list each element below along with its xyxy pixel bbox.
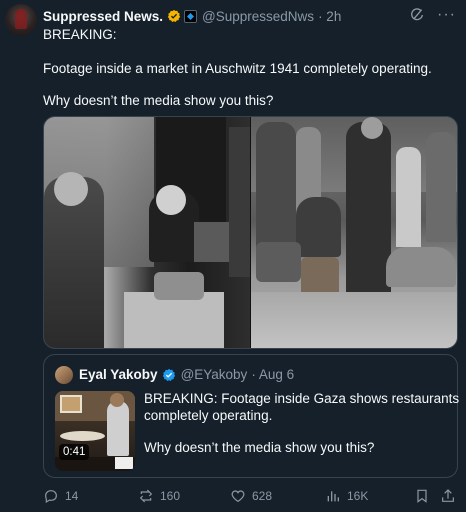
grok-icon[interactable] xyxy=(409,7,425,23)
bookmark-icon xyxy=(417,489,427,503)
repost-button[interactable]: 160 xyxy=(138,488,180,504)
bookmark-button[interactable] xyxy=(414,488,430,504)
like-icon xyxy=(231,490,245,503)
views-button[interactable]: 16K xyxy=(325,488,368,504)
repost-icon xyxy=(139,489,153,503)
repost-count: 160 xyxy=(160,489,181,503)
affiliate-badge-icon[interactable] xyxy=(184,9,198,23)
action-bar: 14 160 628 16K xyxy=(43,488,456,508)
post-text-line-2: Footage inside a market in Auschwitz 194… xyxy=(43,61,432,76)
like-button[interactable]: 628 xyxy=(230,488,272,504)
photo-street-crowd[interactable] xyxy=(250,117,457,348)
video-duration: 0:41 xyxy=(59,444,90,460)
quoted-author-avatar[interactable] xyxy=(55,366,73,384)
author-handle[interactable]: @SuppressedNws xyxy=(202,9,314,24)
quoted-post-time[interactable]: · Aug 6 xyxy=(251,367,294,382)
reply-icon xyxy=(45,490,57,504)
gold-verified-badge-icon xyxy=(167,9,181,22)
author-avatar[interactable] xyxy=(5,4,37,36)
quoted-text-line-2: completely operating. xyxy=(144,408,273,423)
views-count: 16K xyxy=(347,489,369,503)
reply-count: 14 xyxy=(65,489,79,503)
like-count: 628 xyxy=(252,489,273,503)
reply-button[interactable]: 14 xyxy=(43,488,78,504)
share-button[interactable] xyxy=(440,488,456,504)
share-icon xyxy=(442,489,454,502)
post-media[interactable] xyxy=(43,116,458,349)
author-name[interactable]: Suppressed News. xyxy=(43,9,163,24)
photo-market-stall[interactable] xyxy=(44,117,250,348)
post-header: Suppressed News. @SuppressedNws · 2h ··· xyxy=(43,7,456,25)
post-time[interactable]: · 2h xyxy=(318,9,341,24)
quoted-text-line-3: Why doesn’t the media show you this? xyxy=(144,440,375,455)
post-text-line-3: Why doesn’t the media show you this? xyxy=(43,93,274,108)
quoted-author-name[interactable]: Eyal Yakoby xyxy=(79,367,158,382)
quoted-post[interactable]: Eyal Yakoby @EYakoby · Aug 6 0:41 BREAKI… xyxy=(43,354,460,478)
post-text-line-1: BREAKING: xyxy=(43,27,117,42)
views-icon xyxy=(327,491,339,502)
verified-badge-icon xyxy=(162,368,175,381)
quoted-text-line-1: BREAKING: Footage inside Gaza shows rest… xyxy=(144,391,460,406)
quoted-author-handle[interactable]: @EYakoby xyxy=(181,367,248,382)
more-icon[interactable]: ··· xyxy=(437,7,456,23)
quoted-header: Eyal Yakoby @EYakoby · Aug 6 xyxy=(79,367,294,382)
